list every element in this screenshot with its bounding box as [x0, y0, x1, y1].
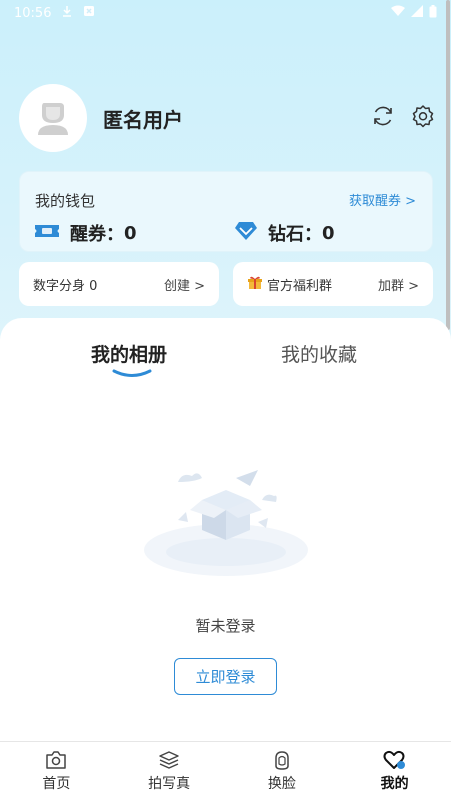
top-actions [371, 104, 435, 128]
diamond-value: 0 [322, 222, 335, 244]
nav-item-face-swap[interactable]: 换脸 [226, 742, 339, 801]
official-group-card[interactable]: 官方福利群 加群 > [233, 262, 433, 306]
tab-my-favorites[interactable]: 我的收藏 [281, 340, 357, 367]
official-group-label: 官方福利群 [267, 278, 333, 294]
get-coupon-link[interactable]: 获取醒券 > [349, 190, 416, 209]
wifi-icon [391, 5, 405, 21]
nav-label-face-swap: 换脸 [267, 776, 296, 792]
wallet-title: 我的钱包 [35, 192, 96, 210]
tab-my-album[interactable]: 我的相册 [91, 340, 167, 367]
nav-item-photo[interactable]: 拍写真 [113, 742, 226, 801]
signal-icon [411, 5, 423, 21]
coupon-value: 0 [124, 222, 137, 244]
layers-icon [159, 751, 179, 769]
refresh-icon[interactable] [371, 104, 395, 128]
nav-label-home: 首页 [42, 776, 71, 792]
settings-gear-icon[interactable] [411, 104, 435, 128]
battery-icon [429, 4, 437, 22]
content-panel: 我的相册 我的收藏 暂未登录 立即登录 [0, 318, 451, 741]
diamond-label: 钻石： [268, 224, 322, 245]
avatar[interactable] [19, 84, 87, 152]
camera-icon [46, 751, 67, 769]
scrollbar[interactable] [446, 0, 450, 330]
not-logged-in-text: 暂未登录 [195, 617, 256, 635]
coupon-label: 醒券： [70, 224, 124, 245]
create-link[interactable]: 创建 > [164, 275, 205, 294]
official-group: 官方福利群 [247, 274, 332, 294]
login-button[interactable]: 立即登录 [174, 658, 277, 695]
status-bar: 10:56 [0, 0, 451, 26]
heart-icon [383, 750, 405, 769]
face-icon [275, 751, 289, 770]
gift-icon [247, 274, 263, 294]
bottom-nav: 首页 拍写真 换脸 我的 [0, 741, 451, 801]
nav-item-home[interactable]: 首页 [0, 742, 113, 801]
digital-avatar-card[interactable]: 数字分身 0 创建 > [19, 262, 219, 306]
status-time: 10:56 [14, 5, 52, 21]
digital-avatar-label: 数字分身 0 [33, 278, 98, 294]
profile-section: 匿名用户 [19, 84, 183, 152]
join-group-link[interactable]: 加群 > [378, 275, 419, 294]
coupon-balance: 醒券： 0 [34, 220, 137, 246]
diamond-icon [234, 221, 258, 246]
download-icon [61, 5, 73, 21]
nav-label-photo: 拍写真 [148, 776, 191, 792]
nav-label-mine: 我的 [380, 776, 409, 792]
tab-underline [112, 369, 152, 377]
diamond-balance: 钻石： 0 [234, 220, 335, 246]
empty-box-illustration [144, 470, 308, 576]
coupon-ticket-icon [34, 222, 60, 245]
notification-icon [83, 5, 95, 21]
nav-item-mine[interactable]: 我的 [338, 742, 451, 801]
username: 匿名用户 [103, 107, 183, 132]
wallet-card: 我的钱包 获取醒券 > 醒券： 0 钻石： 0 [19, 171, 433, 252]
user-avatar-icon [38, 103, 68, 135]
